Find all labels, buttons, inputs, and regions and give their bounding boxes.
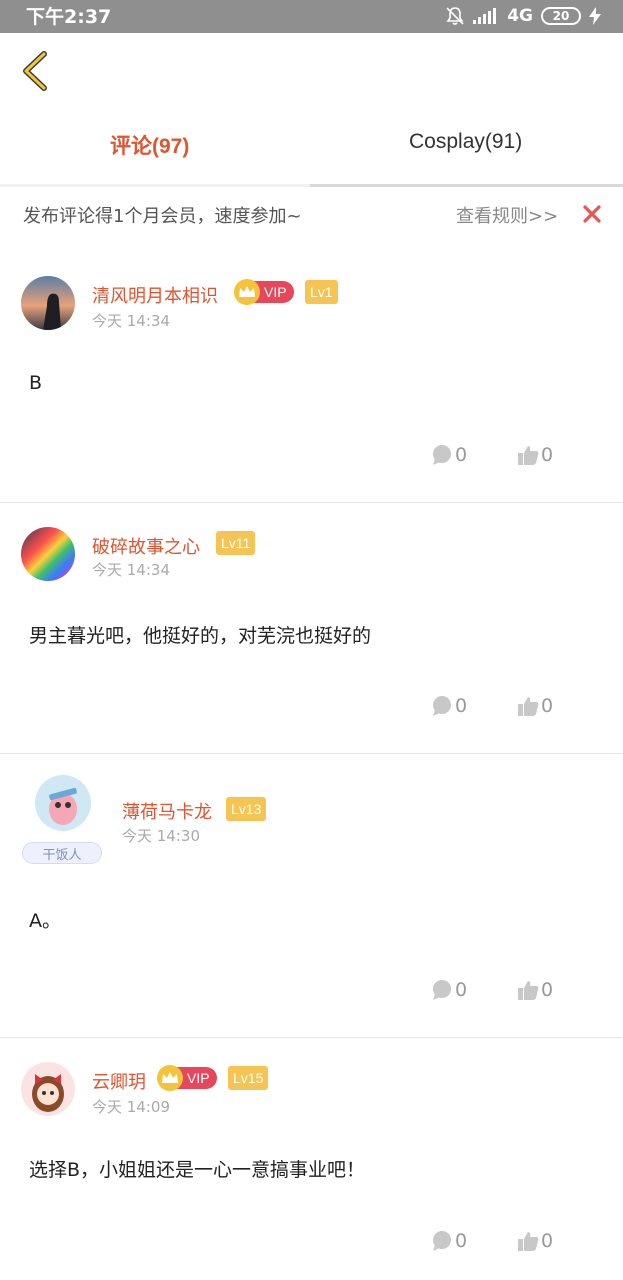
vip-badge: VIP [234, 279, 294, 305]
username[interactable]: 薄荷马卡龙 [122, 798, 212, 824]
mute-bell-icon [446, 7, 464, 25]
battery-icon: 20 [541, 7, 581, 25]
avatar[interactable] [21, 1062, 75, 1116]
comment-time: 今天 14:09 [92, 1098, 170, 1116]
comment-bubble-icon [433, 445, 451, 465]
comment-time: 今天 14:34 [92, 561, 170, 579]
reply-count: 0 [455, 444, 468, 466]
tab-cosplay[interactable]: Cosplay(91) [409, 130, 522, 154]
thumbs-up-icon [518, 981, 539, 1000]
comment-time: 今天 14:30 [122, 827, 200, 845]
crown-icon [157, 1065, 183, 1091]
thumbs-up-icon [518, 1232, 539, 1251]
like-count: 0 [541, 695, 554, 717]
signal-icon [473, 8, 497, 24]
back-button[interactable] [18, 50, 54, 94]
level-badge: Lv11 [216, 531, 256, 555]
level-badge: Lv15 [228, 1066, 269, 1090]
level-badge: Lv1 [305, 280, 338, 304]
tab-comments[interactable]: 评论(97) [110, 130, 189, 160]
like-button[interactable]: 0 [517, 695, 553, 717]
battery-level: 20 [552, 9, 570, 23]
like-button[interactable]: 0 [517, 444, 553, 466]
thumbs-up-icon [518, 697, 539, 716]
username[interactable]: 云卿玥 [92, 1068, 146, 1094]
network-type: 4G [507, 6, 533, 26]
reply-count: 0 [455, 695, 468, 717]
reply-button[interactable]: 0 [431, 695, 467, 717]
avatar[interactable] [21, 276, 75, 330]
avatar[interactable] [21, 527, 75, 581]
close-icon[interactable] [580, 202, 604, 226]
reply-count: 0 [455, 979, 468, 1001]
like-button[interactable]: 0 [517, 979, 553, 1001]
comment-text: A。 [29, 910, 61, 932]
like-count: 0 [541, 444, 554, 466]
like-count: 0 [541, 979, 554, 1001]
comment-divider [0, 753, 623, 754]
comment-text: 选择B，小姐姐还是一心一意搞事业吧！ [29, 1159, 366, 1181]
view-rules-link[interactable]: 查看规则>> [456, 202, 558, 228]
status-bar: 下午2:37 4G 20 [0, 0, 623, 33]
reply-button[interactable]: 0 [431, 979, 467, 1001]
reply-count: 0 [455, 1230, 468, 1252]
level-badge: Lv13 [226, 797, 267, 821]
chevron-left-icon [23, 51, 47, 91]
comment-bubble-icon [433, 980, 451, 1000]
comment-time: 今天 14:34 [92, 312, 170, 330]
status-time: 下午2:37 [26, 6, 112, 28]
avatar[interactable] [35, 775, 91, 831]
reply-button[interactable]: 0 [431, 1230, 467, 1252]
comment-text: 男主暮光吧，他挺好的，对芜浣也挺好的 [29, 625, 372, 647]
status-icons: 4G 20 [445, 4, 601, 28]
vip-badge: VIP [157, 1065, 217, 1091]
user-title-badge: 干饭人 [22, 842, 102, 864]
tab-bar: 评论(97) Cosplay(91) [0, 110, 623, 186]
like-button[interactable]: 0 [517, 1230, 553, 1252]
reply-button[interactable]: 0 [431, 444, 467, 466]
notice-text: 发布评论得1个月会员，速度参加~ [23, 206, 302, 227]
comment-divider [0, 1037, 623, 1038]
crown-icon [234, 279, 260, 305]
promo-notice: 发布评论得1个月会员，速度参加~ 查看规则>> [0, 192, 623, 236]
comment-divider [0, 502, 623, 503]
comment-bubble-icon [433, 1231, 451, 1251]
username[interactable]: 清风明月本相识 [92, 282, 218, 308]
charging-bolt-icon [589, 7, 601, 25]
tab-divider [0, 184, 623, 187]
like-count: 0 [541, 1230, 554, 1252]
thumbs-up-icon [518, 446, 539, 465]
comment-bubble-icon [433, 696, 451, 716]
username[interactable]: 破碎故事之心 [92, 533, 200, 559]
comment-text: B [29, 372, 43, 394]
